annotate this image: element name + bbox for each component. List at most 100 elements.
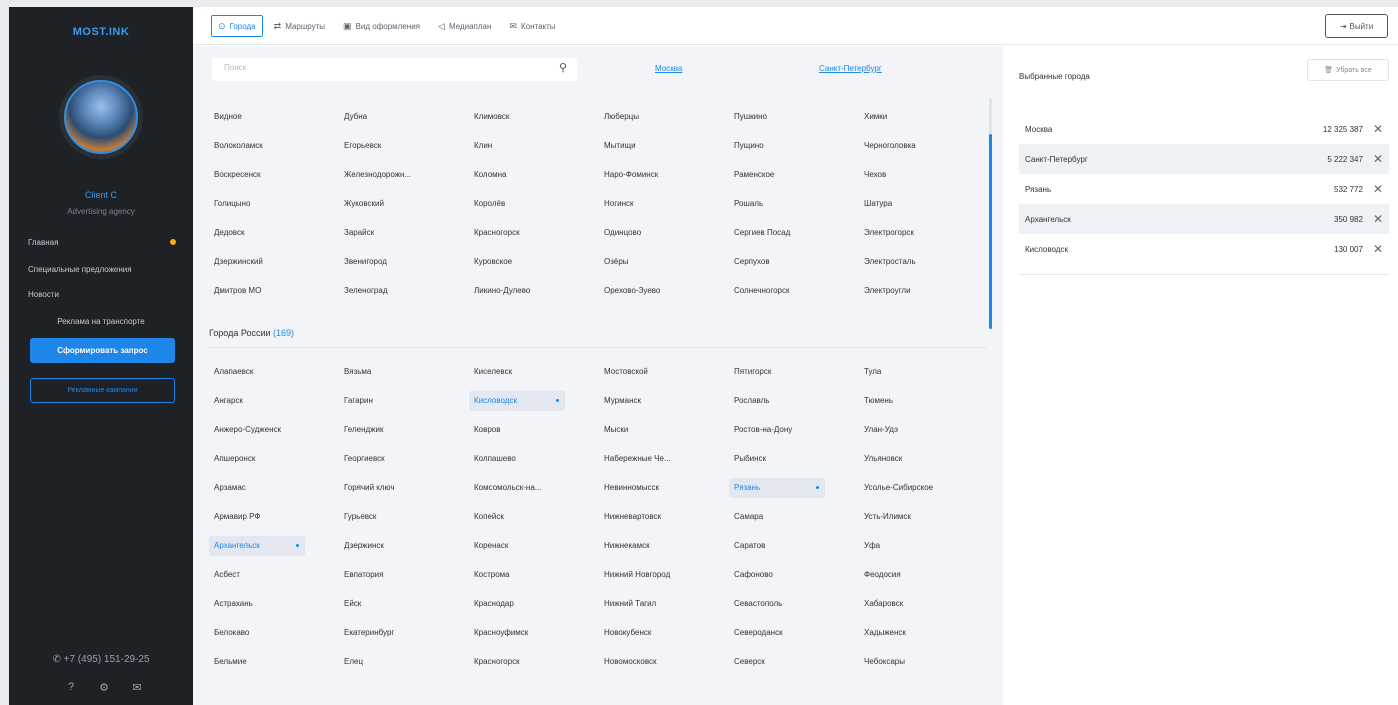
city-item[interactable]: Зарайск bbox=[344, 218, 474, 247]
city-item[interactable]: Воскресенск bbox=[214, 160, 344, 189]
city-item[interactable]: Орехово-Зуево bbox=[604, 276, 734, 305]
city-item[interactable]: Колпашево bbox=[474, 444, 604, 473]
city-item[interactable]: Невинномысск bbox=[604, 473, 734, 502]
tab-mediaplan[interactable]: ◁ Медиаплан bbox=[431, 15, 498, 37]
city-item[interactable]: Шатура bbox=[864, 189, 994, 218]
city-item[interactable]: Химки bbox=[864, 102, 994, 131]
city-item[interactable]: Дедовск bbox=[214, 218, 344, 247]
city-item[interactable]: Черноголовка bbox=[864, 131, 994, 160]
tab-design[interactable]: ▣ Вид оформления bbox=[336, 15, 427, 37]
city-item[interactable]: Мыски bbox=[604, 415, 734, 444]
city-item[interactable]: Красногорск bbox=[474, 218, 604, 247]
city-item[interactable]: Самара bbox=[734, 502, 864, 531]
city-item[interactable]: Одинцово bbox=[604, 218, 734, 247]
city-item[interactable]: Красногорск bbox=[474, 647, 604, 676]
city-item[interactable]: Сафоново bbox=[734, 560, 864, 589]
city-item[interactable]: Алапаевск bbox=[214, 357, 344, 386]
city-item[interactable]: Новомосковск bbox=[604, 647, 734, 676]
city-item[interactable]: Пушкино bbox=[734, 102, 864, 131]
city-item[interactable]: Новокубенск bbox=[604, 618, 734, 647]
tab-contacts[interactable]: ✉ Контакты bbox=[502, 15, 562, 37]
city-item[interactable]: Арзамас bbox=[214, 473, 344, 502]
city-item[interactable]: Мытищи bbox=[604, 131, 734, 160]
city-item[interactable]: Ликино-Дулево bbox=[474, 276, 604, 305]
avatar[interactable] bbox=[64, 80, 138, 154]
city-item[interactable]: Хабаровск bbox=[864, 589, 994, 618]
city-item-selected[interactable]: Рязань bbox=[729, 477, 825, 498]
city-item[interactable]: Копейск bbox=[474, 502, 604, 531]
city-item[interactable]: Екатеринбург bbox=[344, 618, 474, 647]
city-item[interactable]: Мостовской bbox=[604, 357, 734, 386]
city-item[interactable]: Электрогорск bbox=[864, 218, 994, 247]
nav-item-transport-ads[interactable]: Реклама на транспорте bbox=[9, 317, 193, 326]
city-item[interactable]: Куровское bbox=[474, 247, 604, 276]
city-item[interactable]: Краснодар bbox=[474, 589, 604, 618]
nav-item-home[interactable]: Главная bbox=[28, 238, 58, 247]
city-item[interactable]: Чебоксары bbox=[864, 647, 994, 676]
ad-campaigns-button[interactable]: Рекламные кампании bbox=[30, 378, 175, 403]
city-item[interactable]: Кострома bbox=[474, 560, 604, 589]
logout-button[interactable]: ⇥ Выйти bbox=[1325, 14, 1388, 38]
city-item[interactable]: Наро-Фоминск bbox=[604, 160, 734, 189]
city-item[interactable]: Апшеронск bbox=[214, 444, 344, 473]
city-item[interactable]: Белокаво bbox=[214, 618, 344, 647]
city-item[interactable]: Гагарин bbox=[344, 386, 474, 415]
city-item[interactable]: Сергиев Посад bbox=[734, 218, 864, 247]
city-item[interactable]: Дмитров МО bbox=[214, 276, 344, 305]
city-item[interactable]: Ковров bbox=[474, 415, 604, 444]
city-item[interactable]: Ейск bbox=[344, 589, 474, 618]
remove-icon[interactable]: ✕ bbox=[1373, 152, 1383, 166]
city-item[interactable]: Тюмень bbox=[864, 386, 994, 415]
city-item[interactable]: Волоколамск bbox=[214, 131, 344, 160]
remove-icon[interactable]: ✕ bbox=[1373, 212, 1383, 226]
city-item-selected[interactable]: Кисловодск bbox=[469, 390, 565, 411]
client-name[interactable]: Client C bbox=[9, 190, 193, 200]
city-item[interactable]: Коломна bbox=[474, 160, 604, 189]
city-item[interactable]: Асбест bbox=[214, 560, 344, 589]
city-item[interactable]: Гурьевск bbox=[344, 502, 474, 531]
city-item[interactable]: Видное bbox=[214, 102, 344, 131]
city-item[interactable]: Уфа bbox=[864, 531, 994, 560]
city-item[interactable]: Северск bbox=[734, 647, 864, 676]
city-item[interactable]: Жуковский bbox=[344, 189, 474, 218]
city-item[interactable]: Дубна bbox=[344, 102, 474, 131]
remove-icon[interactable]: ✕ bbox=[1373, 182, 1383, 196]
tab-cities[interactable]: ⊙ Города bbox=[211, 15, 263, 37]
city-item[interactable]: Нижневартовск bbox=[604, 502, 734, 531]
nav-item-special-offers[interactable]: Специальные предложения bbox=[28, 265, 132, 274]
city-item[interactable]: Североданск bbox=[734, 618, 864, 647]
search-input[interactable] bbox=[224, 63, 524, 72]
city-item[interactable]: Георгиевск bbox=[344, 444, 474, 473]
city-item[interactable]: Рошаль bbox=[734, 189, 864, 218]
settings-icon[interactable]: ⚙ bbox=[97, 680, 111, 694]
help-icon[interactable]: ? bbox=[64, 680, 78, 694]
city-item[interactable]: Люберцы bbox=[604, 102, 734, 131]
city-item[interactable]: Железнодорожн... bbox=[344, 160, 474, 189]
clear-all-button[interactable]: 🗑 Убрать все bbox=[1307, 59, 1389, 81]
city-item[interactable]: Озёры bbox=[604, 247, 734, 276]
nav-item-news[interactable]: Новости bbox=[28, 290, 59, 299]
city-item[interactable]: Королёв bbox=[474, 189, 604, 218]
city-item[interactable]: Дзержинск bbox=[344, 531, 474, 560]
city-item[interactable]: Электросталь bbox=[864, 247, 994, 276]
city-item[interactable]: Феодосия bbox=[864, 560, 994, 589]
city-item[interactable]: Рославль bbox=[734, 386, 864, 415]
city-item[interactable]: Чехов bbox=[864, 160, 994, 189]
mail-icon[interactable]: ✉ bbox=[130, 680, 144, 694]
city-item[interactable]: Ногинск bbox=[604, 189, 734, 218]
city-item[interactable]: Нижний Новгород bbox=[604, 560, 734, 589]
city-item[interactable]: Ульяновск bbox=[864, 444, 994, 473]
city-item[interactable]: Электроугли bbox=[864, 276, 994, 305]
city-item[interactable]: Набережные Че... bbox=[604, 444, 734, 473]
quick-link-spb[interactable]: Санкт-Петербург bbox=[819, 64, 882, 73]
city-item-selected[interactable]: Архангельск bbox=[209, 535, 305, 556]
city-item[interactable]: Рыбинск bbox=[734, 444, 864, 473]
logo[interactable]: MOST.INK bbox=[9, 26, 193, 38]
city-item[interactable]: Красноуфимск bbox=[474, 618, 604, 647]
city-item[interactable]: Геленджик bbox=[344, 415, 474, 444]
city-item[interactable]: Анжеро-Судженск bbox=[214, 415, 344, 444]
city-item[interactable]: Усолье-Сибирское bbox=[864, 473, 994, 502]
tab-routes[interactable]: ⇄ Маршруты bbox=[267, 15, 332, 37]
city-item[interactable]: Зеленоград bbox=[344, 276, 474, 305]
city-item[interactable]: Нижнекамск bbox=[604, 531, 734, 560]
